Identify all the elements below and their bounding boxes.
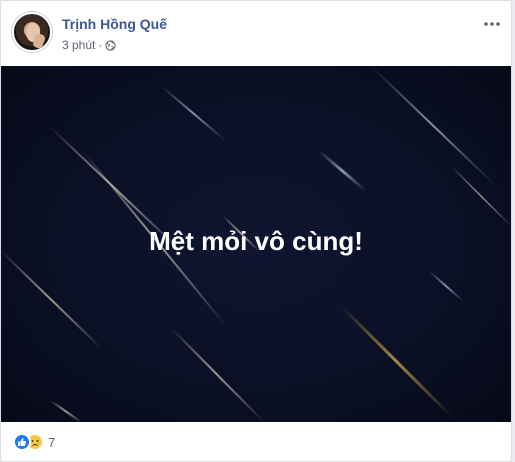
photo-overlay-text: Mệt mỏi vô cùng! bbox=[149, 226, 363, 256]
globe-icon[interactable] bbox=[105, 39, 117, 51]
post-card: Trịnh Hồng Quế 3 phút · Mệt mỏi vô cùng!… bbox=[0, 0, 512, 462]
post-meta: 3 phút · bbox=[62, 38, 117, 52]
author-name[interactable]: Trịnh Hồng Quế bbox=[62, 16, 167, 32]
author-avatar[interactable] bbox=[12, 12, 52, 52]
reaction-count: 7 bbox=[48, 434, 56, 450]
meta-separator: · bbox=[98, 38, 103, 52]
more-options-icon[interactable] bbox=[482, 16, 502, 32]
reactions-summary[interactable]: 7 bbox=[13, 431, 55, 453]
post-timestamp[interactable]: 3 phút bbox=[62, 38, 95, 52]
post-photo[interactable]: Mệt mỏi vô cùng! bbox=[1, 66, 511, 422]
post-header: Trịnh Hồng Quế 3 phút · bbox=[12, 12, 502, 56]
like-icon bbox=[13, 433, 31, 451]
